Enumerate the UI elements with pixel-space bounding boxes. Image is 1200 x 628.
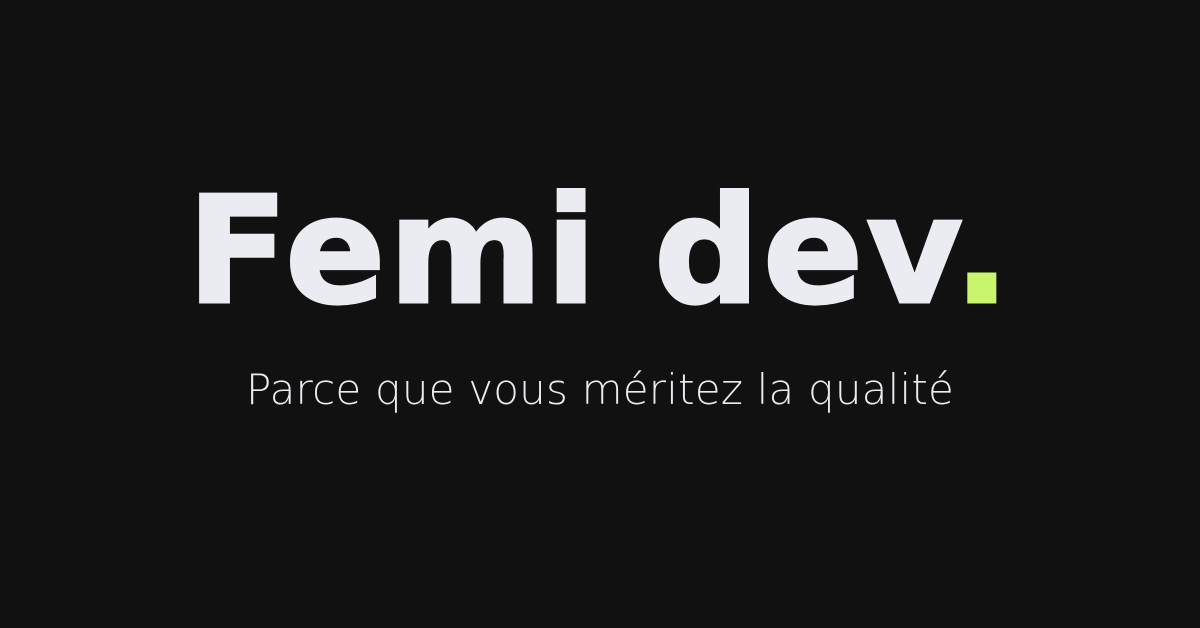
tagline: Parce que vous méritez la qualité [245,365,955,414]
brand-accent-dot: . [952,165,1013,337]
brand-wordmark: Femi dev. [186,176,1013,327]
brand-name: Femi dev [186,165,954,337]
brand-logo: Femi dev. [0,176,1200,327]
